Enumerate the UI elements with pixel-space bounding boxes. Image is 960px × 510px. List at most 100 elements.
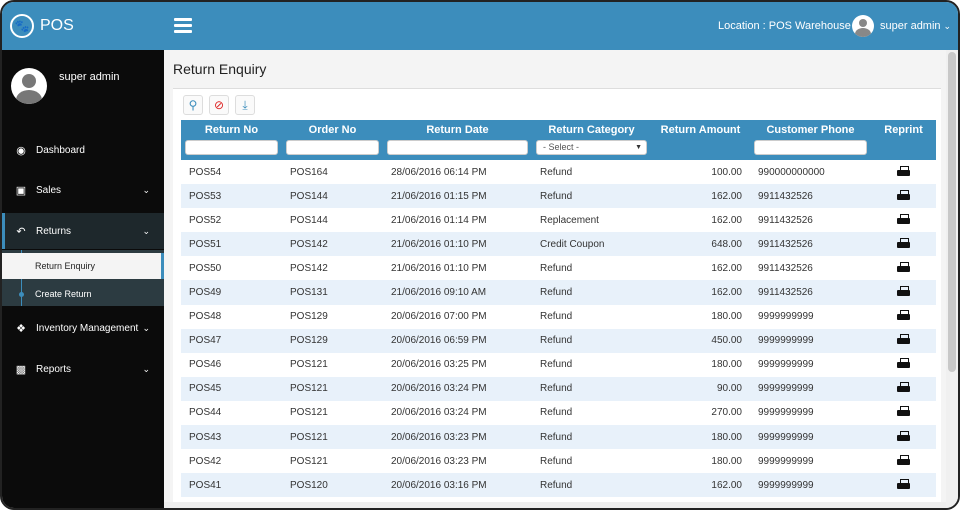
order-no-cell: POS121 bbox=[290, 407, 328, 419]
table-row[interactable]: POS44 POS121 20/06/2016 03:24 PM Refund 270.… bbox=[181, 401, 936, 425]
column-header-order-no[interactable]: Order No bbox=[282, 120, 383, 138]
sidebar-item-returns[interactable]: ↶ Returns ⌄ bbox=[2, 213, 164, 249]
customer-phone-cell: 9999999999 bbox=[750, 376, 871, 401]
return-no-cell: POS53 bbox=[181, 184, 282, 209]
order-no-cell: POS142 bbox=[282, 232, 383, 257]
table-row[interactable]: POS49 POS131 21/06/2016 09:10 AM Refund 162.… bbox=[181, 280, 936, 305]
return-amount-cell: 162.00 bbox=[651, 184, 750, 209]
printer-icon[interactable] bbox=[897, 430, 910, 442]
return-amount-cell: 90.00 bbox=[651, 376, 750, 401]
sidebar: super admin ◉ Dashboard ▣ Sales ⌄ ↶ Retu… bbox=[2, 50, 164, 508]
customer-phone-cell: 9999999999 bbox=[750, 328, 871, 353]
column-header-return-no[interactable]: Return No bbox=[181, 120, 282, 138]
table-row[interactable]: POS50 POS142 21/06/2016 01:10 PM Refund 162.… bbox=[181, 256, 936, 280]
printer-icon[interactable] bbox=[897, 454, 910, 466]
customer-phone-filter-input[interactable] bbox=[754, 140, 867, 155]
export-icon[interactable]: ⤓ bbox=[235, 95, 255, 115]
table-row[interactable]: POS41 POS120 20/06/2016 03:16 PM Refund 162.… bbox=[181, 473, 936, 498]
order-no-cell: POS131 bbox=[282, 280, 383, 305]
return-date-cell: 20/06/2016 06:59 PM bbox=[383, 328, 532, 353]
return-amount-cell: 162.00 bbox=[711, 214, 742, 226]
return-date-cell: 20/06/2016 03:25 PM bbox=[391, 359, 487, 371]
filter-cell bbox=[383, 138, 532, 160]
return-no-cell: POS50 bbox=[189, 262, 222, 274]
return-category-cell: Refund bbox=[540, 166, 573, 178]
table-row[interactable]: POS53 POS144 21/06/2016 01:15 PM Refund 162.… bbox=[181, 184, 936, 209]
money-icon: ▣ bbox=[15, 184, 27, 197]
printer-icon[interactable] bbox=[897, 261, 910, 273]
customer-phone-cell: 9999999999 bbox=[750, 473, 871, 498]
sidebar-item-sales[interactable]: ▣ Sales ⌄ bbox=[2, 172, 164, 208]
returns-submenu: Return Enquiry Create Return bbox=[2, 250, 164, 306]
brand[interactable]: 🐾 POS bbox=[2, 2, 163, 50]
column-header-return-amount[interactable]: Return Amount bbox=[651, 120, 750, 138]
return-date-filter-input[interactable] bbox=[387, 140, 528, 155]
table-row[interactable]: POS51 POS142 21/06/2016 01:10 PM Credit Cou… bbox=[181, 232, 936, 257]
return-category-cell: Refund bbox=[540, 407, 573, 419]
menu-toggle-icon[interactable] bbox=[174, 18, 192, 33]
table-row[interactable]: POS48 POS129 20/06/2016 07:00 PM Refund 180.… bbox=[181, 305, 936, 329]
column-header-return-category[interactable]: Return Category bbox=[532, 120, 651, 138]
order-no-cell: POS142 bbox=[290, 262, 328, 274]
order-no-cell: POS121 bbox=[282, 425, 383, 450]
printer-icon[interactable] bbox=[897, 189, 910, 201]
paw-logo-icon: 🐾 bbox=[10, 14, 34, 38]
printer-icon[interactable] bbox=[897, 406, 910, 417]
printer-icon[interactable] bbox=[897, 382, 910, 393]
printer-icon[interactable] bbox=[897, 310, 910, 321]
sidebar-item-label: Reports bbox=[36, 363, 72, 375]
sidebar-item-return-enquiry[interactable]: Return Enquiry bbox=[2, 253, 164, 279]
horizontal-scrollbar[interactable] bbox=[164, 502, 946, 508]
sidebar-item-reports[interactable]: ▩ Reports ⌄ bbox=[2, 351, 164, 387]
filter-cell bbox=[871, 138, 936, 160]
customer-phone-cell: 9999999999 bbox=[758, 407, 814, 419]
user-menu[interactable]: super admin ⌄ bbox=[852, 15, 951, 37]
content-box: ⚲ ⊘ ⤓ Return No Order No Return Date Ret… bbox=[173, 88, 941, 508]
return-date-cell: 21/06/2016 01:10 PM bbox=[391, 262, 487, 274]
reprint-cell bbox=[871, 208, 936, 232]
return-category-select[interactable]: - Select - bbox=[536, 140, 647, 155]
search-icon[interactable]: ⚲ bbox=[183, 95, 203, 115]
return-amount-cell: 180.00 bbox=[711, 455, 742, 467]
printer-icon[interactable] bbox=[897, 478, 910, 490]
customer-phone-cell: 9999999999 bbox=[758, 311, 814, 323]
reprint-cell bbox=[871, 280, 936, 305]
table-row[interactable]: POS47 POS129 20/06/2016 06:59 PM Refund 450.… bbox=[181, 328, 936, 353]
sidebar-item-label: Sales bbox=[36, 184, 62, 196]
table-row[interactable]: POS42 POS121 20/06/2016 03:23 PM Refund 180.… bbox=[181, 449, 936, 473]
printer-icon[interactable] bbox=[897, 334, 910, 345]
table-row[interactable]: POS45 POS121 20/06/2016 03:24 PM Refund 90.0… bbox=[181, 376, 936, 401]
table-row[interactable]: POS54 POS164 28/06/2016 06:14 PM Refund 100.… bbox=[181, 160, 936, 184]
vertical-scrollbar[interactable] bbox=[946, 50, 958, 508]
return-amount-cell: 162.00 bbox=[651, 280, 750, 305]
main-content: Return Enquiry ⚲ ⊘ ⤓ Return No Order No … bbox=[164, 50, 946, 508]
clear-filter-icon[interactable]: ⊘ bbox=[209, 95, 229, 115]
printer-icon[interactable] bbox=[897, 213, 910, 225]
location-label: Location : POS Warehouse bbox=[718, 20, 851, 32]
sidebar-item-dashboard[interactable]: ◉ Dashboard bbox=[2, 132, 164, 168]
return-category-cell: Refund bbox=[540, 359, 573, 371]
table-row[interactable]: POS43 POS121 20/06/2016 03:23 PM Refund 180.… bbox=[181, 425, 936, 450]
table-row[interactable]: POS46 POS121 20/06/2016 03:25 PM Refund 180.… bbox=[181, 353, 936, 377]
customer-phone-cell: 990000000000 bbox=[758, 166, 825, 178]
order-no-filter-input[interactable] bbox=[286, 140, 379, 155]
column-header-customer-phone[interactable]: Customer Phone bbox=[750, 120, 871, 138]
page-title: Return Enquiry bbox=[173, 61, 267, 77]
scrollbar-thumb[interactable] bbox=[948, 52, 956, 372]
chevron-down-icon: ⌄ bbox=[142, 363, 150, 374]
filter-cell bbox=[750, 138, 871, 160]
printer-icon[interactable] bbox=[897, 165, 910, 177]
sidebar-item-create-return[interactable]: Create Return bbox=[2, 281, 164, 307]
brand-name: POS bbox=[40, 17, 74, 34]
table-body: POS54 POS164 28/06/2016 06:14 PM Refund 100.… bbox=[181, 160, 936, 498]
return-date-cell: 28/06/2016 06:14 PM bbox=[391, 166, 487, 178]
return-no-filter-input[interactable] bbox=[185, 140, 278, 155]
column-header-return-date[interactable]: Return Date bbox=[383, 120, 532, 138]
return-amount-cell: 162.00 bbox=[711, 262, 742, 274]
sidebar-item-inventory[interactable]: ❖ Inventory Management ⌄ bbox=[2, 310, 164, 346]
customer-phone-cell: 9911432526 bbox=[750, 184, 871, 209]
printer-icon[interactable] bbox=[897, 237, 910, 249]
printer-icon[interactable] bbox=[897, 358, 910, 369]
table-row[interactable]: POS52 POS144 21/06/2016 01:14 PM Replacemen… bbox=[181, 208, 936, 232]
printer-icon[interactable] bbox=[897, 286, 910, 297]
